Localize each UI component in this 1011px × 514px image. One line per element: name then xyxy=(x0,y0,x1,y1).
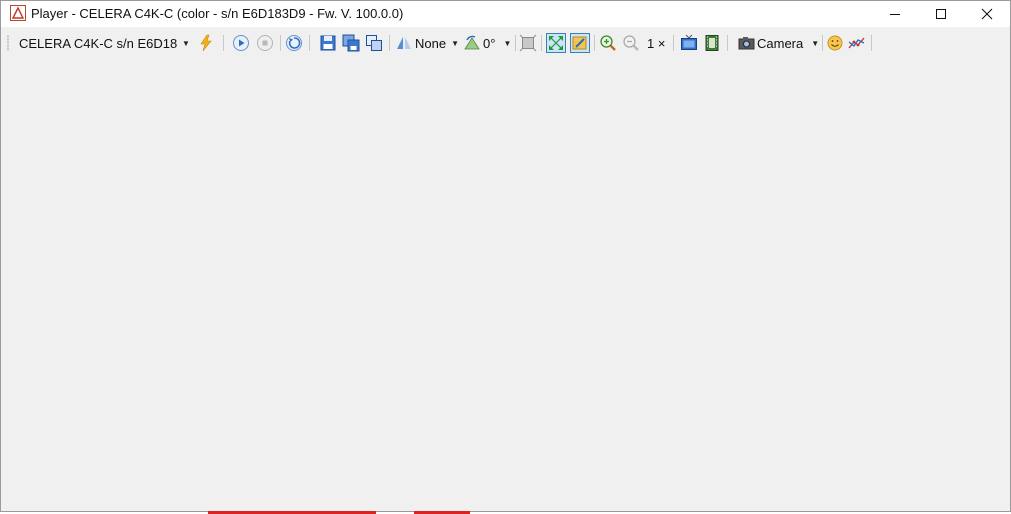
toolbar-separator xyxy=(223,35,224,51)
copy-icon[interactable] xyxy=(365,34,383,52)
close-icon xyxy=(981,8,993,20)
smiley-icon[interactable] xyxy=(826,34,844,52)
graph-icon[interactable] xyxy=(848,34,866,52)
app-icon xyxy=(10,5,26,21)
snapshot-dropdown[interactable]: Camera ▼ xyxy=(738,30,819,56)
player-window: Player - CELERA C4K-C (color - s/n E6D18… xyxy=(0,0,1011,512)
save-all-icon[interactable] xyxy=(342,34,360,52)
minimize-icon xyxy=(890,14,900,15)
chevron-down-icon: ▼ xyxy=(503,38,512,48)
toolbar-grip[interactable] xyxy=(7,35,9,51)
toolbar-separator xyxy=(727,35,728,51)
draw-toggle[interactable] xyxy=(570,33,590,53)
device-combo[interactable]: CELERA C4K-C s/n E6D183D9 ▼ xyxy=(11,32,195,54)
stop-icon[interactable] xyxy=(256,34,274,52)
flip-dropdown[interactable]: None ▼ xyxy=(395,30,459,56)
play-icon[interactable] xyxy=(232,34,250,52)
device-combo-value: CELERA C4K-C s/n E6D183D9 xyxy=(19,35,177,51)
window-title: Player - CELERA C4K-C (color - s/n E6D18… xyxy=(31,6,404,21)
roi-icon[interactable] xyxy=(519,34,537,52)
chevron-down-icon: ▼ xyxy=(451,38,459,48)
fit-icon xyxy=(549,36,563,50)
zoom-value: 1 × xyxy=(647,35,666,51)
toolbar-separator xyxy=(673,35,674,51)
close-button[interactable] xyxy=(964,1,1010,27)
toolbar: CELERA C4K-C s/n E6D183D9 ▼ xyxy=(1,30,873,56)
fit-toggle[interactable] xyxy=(546,33,566,53)
rotation-dropdown[interactable]: 0° ▼ xyxy=(463,30,511,56)
zoom-out-icon[interactable] xyxy=(622,34,640,52)
connect-icon[interactable] xyxy=(197,34,215,52)
title-bar[interactable]: Player - CELERA C4K-C (color - s/n E6D18… xyxy=(1,1,1010,27)
toolbar-separator xyxy=(389,35,390,51)
settings-icon[interactable] xyxy=(285,34,303,52)
flip-icon xyxy=(397,37,411,49)
maximize-button[interactable] xyxy=(918,1,964,27)
save-icon[interactable] xyxy=(319,34,337,52)
toolbar-separator xyxy=(280,35,281,51)
toolbar-separator xyxy=(594,35,595,51)
minimize-button[interactable] xyxy=(872,1,918,27)
snapshot-value: Camera xyxy=(757,35,804,51)
toolbar-separator xyxy=(541,35,542,51)
video-viewport[interactable] xyxy=(1,57,1010,511)
toolbar-end xyxy=(871,35,872,51)
rotation-value: 0° xyxy=(483,35,496,51)
toolbar-separator xyxy=(309,35,310,51)
chevron-down-icon: ▼ xyxy=(182,38,190,48)
flip-value: None xyxy=(415,35,447,51)
film-icon[interactable] xyxy=(703,34,721,52)
chevron-down-icon: ▼ xyxy=(811,38,820,48)
toolbar-separator xyxy=(515,35,516,51)
toolbar-separator xyxy=(822,35,823,51)
maximize-icon xyxy=(936,9,946,19)
zoom-level: 1 × xyxy=(647,30,665,56)
camera-icon xyxy=(738,37,755,50)
tv-icon[interactable] xyxy=(680,34,698,52)
zoom-in-icon[interactable] xyxy=(599,34,617,52)
rotate-icon xyxy=(464,35,480,50)
draw-icon xyxy=(572,36,587,50)
